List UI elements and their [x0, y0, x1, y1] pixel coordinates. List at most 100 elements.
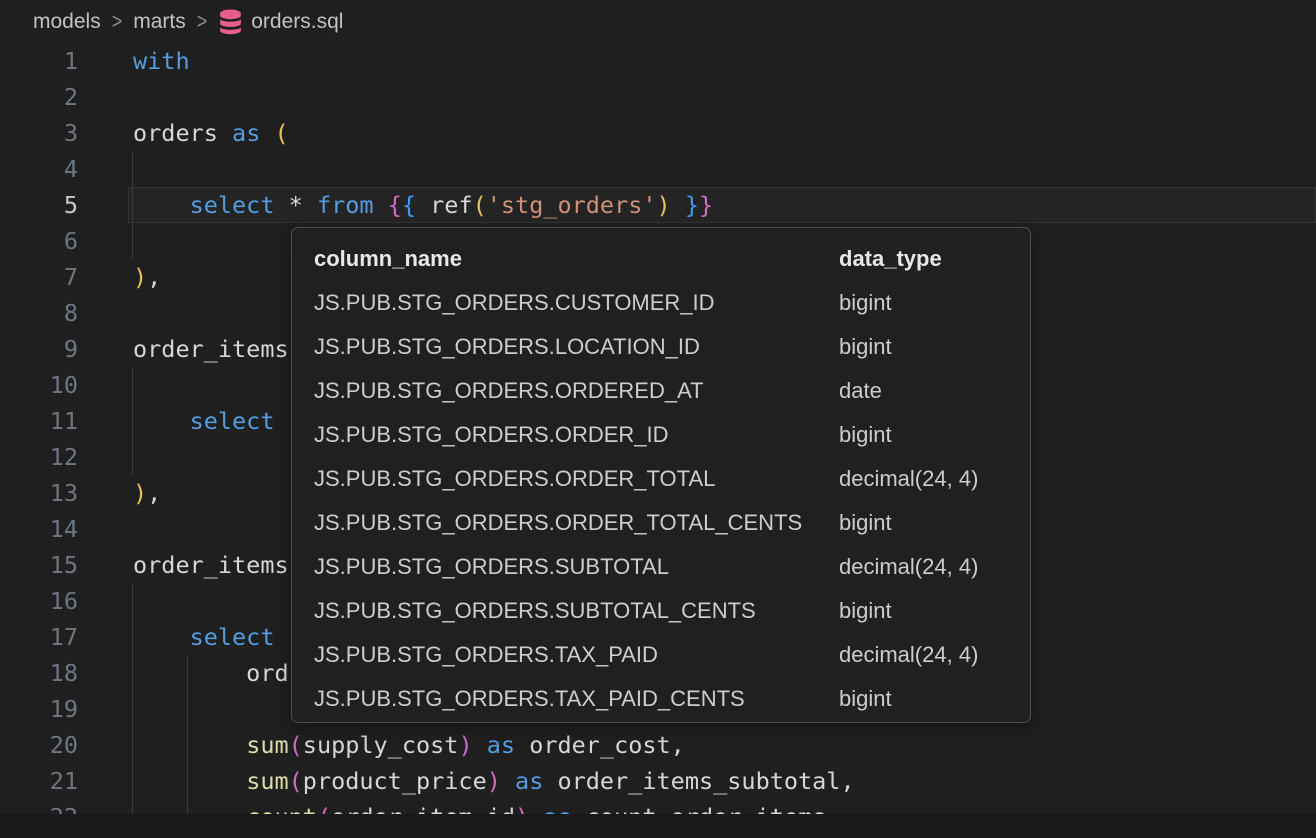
code-line-4[interactable]: 4: [0, 151, 1316, 187]
code-token: order_cost,: [515, 731, 685, 759]
code-token: with: [133, 47, 190, 75]
code-line-5[interactable]: 5 select * from {{ ref('stg_orders') }}: [0, 187, 1316, 223]
popup-row: JS.PUB.STG_ORDERS.ORDERED_ATdate: [292, 369, 1030, 413]
code-text: sum(product_price) as order_items_subtot…: [133, 763, 855, 799]
indent-guide: [132, 367, 133, 403]
code-token: ref: [416, 191, 473, 219]
line-number[interactable]: 11: [0, 403, 78, 439]
code-token: }: [685, 191, 699, 219]
code-text: order_items: [133, 547, 289, 583]
code-token: ,: [147, 479, 161, 507]
column-name-cell: JS.PUB.STG_ORDERS.TAX_PAID_CENTS: [314, 686, 839, 712]
code-token: [671, 191, 685, 219]
code-text: order_items: [133, 331, 289, 367]
code-token: ): [133, 263, 147, 291]
column-name-cell: JS.PUB.STG_ORDERS.ORDERED_AT: [314, 378, 839, 404]
popup-row: JS.PUB.STG_ORDERS.TAX_PAIDdecimal(24, 4): [292, 633, 1030, 677]
line-number[interactable]: 9: [0, 331, 78, 367]
editor-bottom-edge: [0, 814, 1316, 838]
code-token: order_items: [133, 335, 289, 363]
code-token: as: [232, 119, 260, 147]
code-token: [473, 731, 487, 759]
popup-row: JS.PUB.STG_ORDERS.CUSTOMER_IDbigint: [292, 281, 1030, 325]
code-token: [133, 191, 190, 219]
popup-header-row: column_name data_type: [292, 237, 1030, 281]
code-line-1[interactable]: 1 with: [0, 43, 1316, 79]
code-token: (: [473, 191, 487, 219]
line-number[interactable]: 3: [0, 115, 78, 151]
data-type-cell: bigint: [839, 598, 1030, 624]
line-number[interactable]: 20: [0, 727, 78, 763]
column-name-cell: JS.PUB.STG_ORDERS.TAX_PAID: [314, 642, 839, 668]
code-token: [260, 119, 274, 147]
line-number[interactable]: 1: [0, 43, 78, 79]
code-line-21[interactable]: 21 sum(product_price) as order_items_sub…: [0, 763, 1316, 799]
data-type-cell: bigint: [839, 686, 1030, 712]
code-token: sum: [246, 731, 288, 759]
breadcrumb-item-marts[interactable]: marts: [133, 10, 186, 34]
line-number[interactable]: 17: [0, 619, 78, 655]
line-number[interactable]: 12: [0, 439, 78, 475]
popup-rows: JS.PUB.STG_ORDERS.CUSTOMER_IDbigintJS.PU…: [292, 281, 1030, 721]
line-number[interactable]: 18: [0, 655, 78, 691]
code-line-2[interactable]: 2: [0, 79, 1316, 115]
column-name-cell: JS.PUB.STG_ORDERS.SUBTOTAL: [314, 554, 839, 580]
column-info-popup: column_name data_type JS.PUB.STG_ORDERS.…: [291, 227, 1031, 723]
code-token: (: [275, 119, 289, 147]
column-name-cell: JS.PUB.STG_ORDERS.ORDER_TOTAL_CENTS: [314, 510, 839, 536]
code-token: [133, 767, 246, 795]
code-token: select: [190, 191, 275, 219]
popup-row: JS.PUB.STG_ORDERS.ORDER_TOTAL_CENTSbigin…: [292, 501, 1030, 545]
line-number[interactable]: 15: [0, 547, 78, 583]
indent-guide: [132, 439, 133, 475]
line-number[interactable]: 21: [0, 763, 78, 799]
line-number[interactable]: 14: [0, 511, 78, 547]
popup-row: JS.PUB.STG_ORDERS.ORDER_TOTALdecimal(24,…: [292, 457, 1030, 501]
code-token: [133, 407, 190, 435]
breadcrumb-item-models[interactable]: models: [33, 10, 101, 34]
line-number[interactable]: 5: [0, 187, 78, 223]
code-line-3[interactable]: 3orders as (: [0, 115, 1316, 151]
code-line-20[interactable]: 20 sum(supply_cost) as order_cost,: [0, 727, 1316, 763]
code-text: select * from {{ ref('stg_orders') }}: [133, 187, 713, 223]
indent-guide: [132, 583, 133, 619]
column-name-cell: JS.PUB.STG_ORDERS.ORDER_ID: [314, 422, 839, 448]
line-number[interactable]: 10: [0, 367, 78, 403]
popup-row: JS.PUB.STG_ORDERS.LOCATION_IDbigint: [292, 325, 1030, 369]
line-number[interactable]: 13: [0, 475, 78, 511]
code-token: [133, 731, 246, 759]
line-number[interactable]: 4: [0, 151, 78, 187]
column-name-cell: JS.PUB.STG_ORDERS.ORDER_TOTAL: [314, 466, 839, 492]
line-number[interactable]: 7: [0, 259, 78, 295]
line-number[interactable]: 2: [0, 79, 78, 115]
code-token: [133, 623, 190, 651]
code-token: (: [289, 767, 303, 795]
code-text: select: [133, 403, 274, 439]
code-text: with: [133, 43, 190, 79]
code-text: select: [133, 619, 274, 655]
line-number[interactable]: 8: [0, 295, 78, 331]
code-editor[interactable]: 1 with 23orders as (45 select * from {{ re…: [0, 43, 1316, 838]
code-token: [374, 191, 388, 219]
column-name-cell: JS.PUB.STG_ORDERS.CUSTOMER_ID: [314, 290, 839, 316]
data-type-cell: bigint: [839, 510, 1030, 536]
code-token: }: [699, 191, 713, 219]
data-type-cell: decimal(24, 4): [839, 466, 1030, 492]
popup-row: JS.PUB.STG_ORDERS.SUBTOTAL_CENTSbigint: [292, 589, 1030, 633]
breadcrumb: models > marts > orders.sql: [0, 0, 1316, 43]
popup-header-column-name: column_name: [314, 246, 839, 272]
code-token: (: [289, 731, 303, 759]
line-number[interactable]: 16: [0, 583, 78, 619]
line-number[interactable]: 19: [0, 691, 78, 727]
code-token: ): [458, 731, 472, 759]
line-number[interactable]: 6: [0, 223, 78, 259]
breadcrumb-file[interactable]: orders.sql: [218, 8, 343, 35]
code-token: order_items: [133, 551, 289, 579]
code-token: supply_cost: [303, 731, 459, 759]
column-name-cell: JS.PUB.STG_ORDERS.LOCATION_ID: [314, 334, 839, 360]
code-token: 'stg_orders': [487, 191, 657, 219]
code-token: select: [190, 407, 275, 435]
data-type-cell: decimal(24, 4): [839, 554, 1030, 580]
code-text: sum(supply_cost) as order_cost,: [133, 727, 685, 763]
indent-guide: [132, 151, 133, 187]
